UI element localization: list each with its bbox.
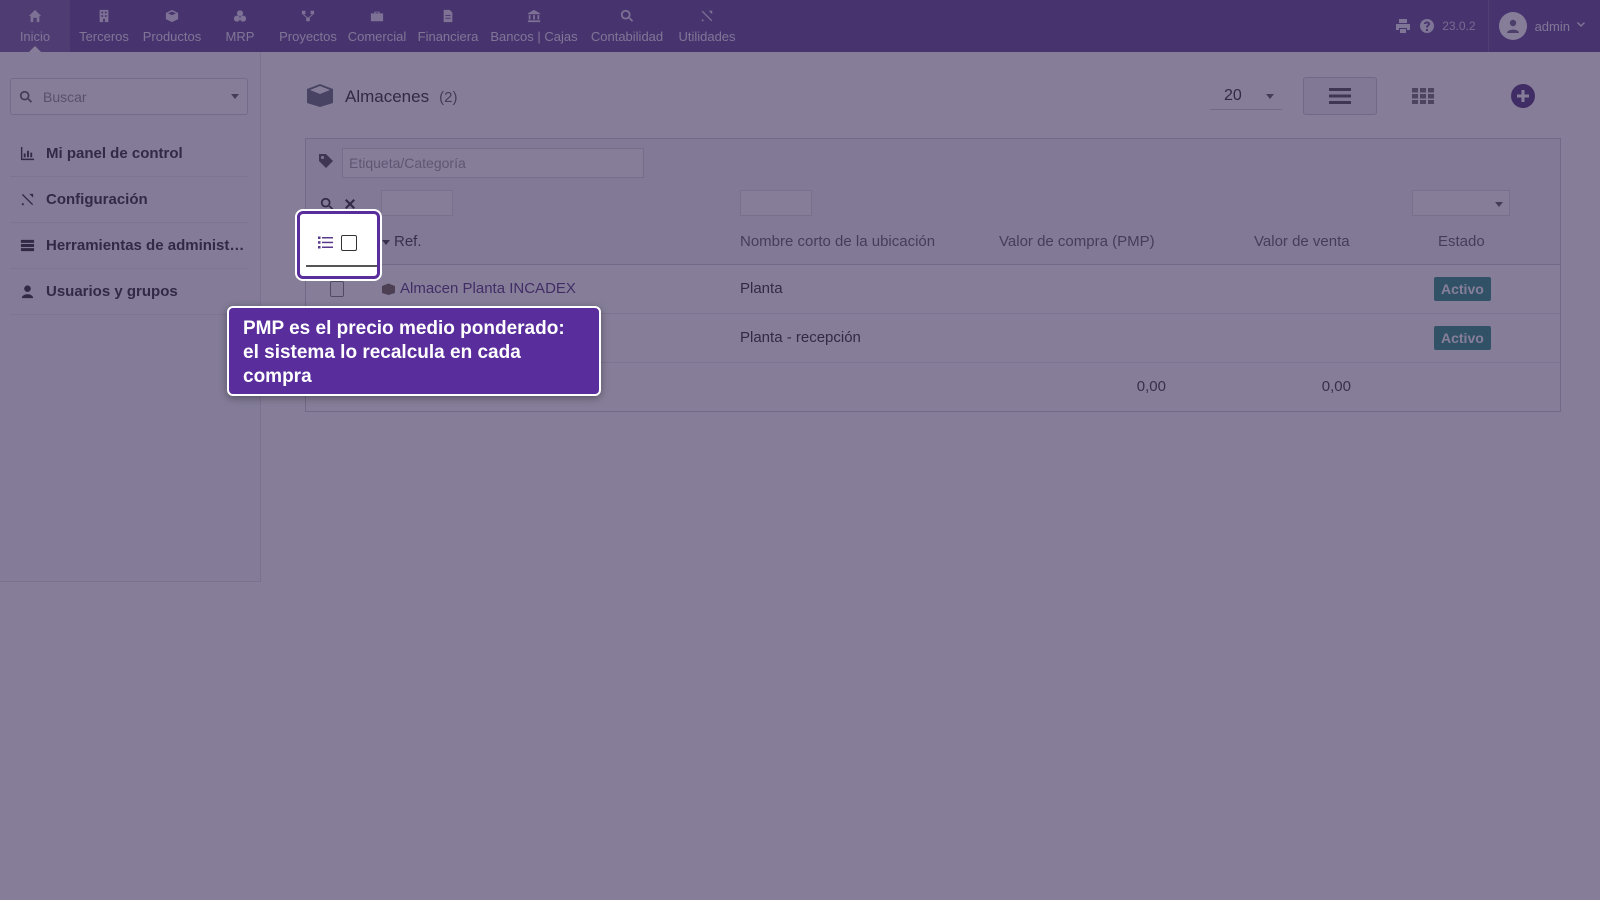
chevron-down-icon xyxy=(1495,202,1503,207)
user-menu[interactable]: admin xyxy=(1487,0,1600,52)
search-input[interactable] xyxy=(43,85,223,109)
sidebar-item-label: Usuarios y grupos xyxy=(46,283,178,300)
page-size-select[interactable]: 20 xyxy=(1210,82,1282,110)
divider xyxy=(306,265,377,267)
status-badge: Activo xyxy=(1434,277,1491,301)
ref-filter-input[interactable] xyxy=(381,190,453,216)
sidebar-item-label: Configuración xyxy=(46,191,148,208)
left-sidebar: Mi panel de control Configuración Herram… xyxy=(0,52,261,582)
user-icon xyxy=(1506,19,1519,33)
nav-item-inicio[interactable]: Inicio xyxy=(0,0,70,52)
status-badge: Activo xyxy=(1434,326,1491,350)
box-open-icon xyxy=(382,283,395,295)
page-size-value: 20 xyxy=(1224,86,1242,104)
sidebar-item-label: Herramientas de administración xyxy=(46,237,246,254)
total-sale: 0,00 xyxy=(1321,378,1351,395)
help-icon[interactable] xyxy=(1418,17,1436,35)
cube-icon xyxy=(164,8,180,24)
nav-label: Proyectos xyxy=(279,29,337,44)
home-icon xyxy=(27,8,43,24)
add-new-button[interactable] xyxy=(1511,84,1535,108)
nav-item-utilidades[interactable]: Utilidades xyxy=(670,0,744,52)
column-header-status[interactable]: Estado xyxy=(1438,233,1485,250)
sort-caret-icon xyxy=(382,240,390,245)
column-header-ref[interactable]: Ref. xyxy=(394,233,422,250)
bank-icon xyxy=(526,8,542,24)
sidebar-menu: Mi panel de control Configuración Herram… xyxy=(10,131,248,315)
version-label: 23.0.2 xyxy=(1442,19,1476,33)
tools-icon xyxy=(699,8,715,24)
nav-label: Terceros xyxy=(79,29,129,44)
page-title: Almacenes xyxy=(345,87,430,106)
nav-label: Productos xyxy=(142,29,202,44)
nav-label: Contabilidad xyxy=(590,29,664,44)
kanban-view-button[interactable] xyxy=(1400,77,1446,115)
page-header: Almacenes (2) xyxy=(305,83,458,112)
chevron-down-icon xyxy=(1266,94,1274,99)
sidebar-search[interactable] xyxy=(10,78,248,115)
avatar xyxy=(1498,12,1527,40)
nav-label: Inicio xyxy=(19,29,51,44)
record-count: (2) xyxy=(439,88,458,106)
total-pmp: 0,00 xyxy=(1136,378,1166,395)
category-filter-input[interactable] xyxy=(342,148,644,178)
nav-label: Utilidades xyxy=(678,29,736,44)
tag-icon xyxy=(318,153,334,174)
briefcase-icon xyxy=(369,8,385,24)
row-checkbox[interactable] xyxy=(330,281,344,297)
nav-item-comercial[interactable]: Comercial xyxy=(342,0,412,52)
column-header-pmp[interactable]: Valor de compra (PMP) xyxy=(999,233,1155,250)
sitemap-icon xyxy=(300,8,316,24)
nav-item-bancos-cajas[interactable]: Bancos | Cajas xyxy=(484,0,584,52)
sidebar-item-herramientas[interactable]: Herramientas de administración xyxy=(10,223,248,269)
nav-item-financiera[interactable]: Financiera xyxy=(412,0,484,52)
print-icon[interactable] xyxy=(1394,17,1412,35)
chevron-down-icon xyxy=(1576,17,1586,35)
highlighted-column-selector[interactable] xyxy=(297,211,380,279)
nav-label: Financiera xyxy=(417,29,479,44)
server-icon xyxy=(18,237,36,255)
cubes-icon xyxy=(232,8,248,24)
tour-tooltip: PMP es el precio medio ponderado: el sis… xyxy=(227,306,601,396)
nav-item-mrp[interactable]: MRP xyxy=(206,0,274,52)
nav-item-productos[interactable]: Productos xyxy=(138,0,206,52)
select-all-checkbox[interactable] xyxy=(341,235,357,251)
top-navigation-bar: Inicio Terceros Productos MRP Proyectos … xyxy=(0,0,1600,52)
sidebar-item-usuarios[interactable]: Usuarios y grupos xyxy=(10,269,248,315)
search-icon xyxy=(19,90,33,104)
list-icon xyxy=(1329,88,1351,104)
sidebar-item-dashboard[interactable]: Mi panel de control xyxy=(10,131,248,177)
chevron-down-icon[interactable] xyxy=(231,94,239,99)
sidebar-item-configuracion[interactable]: Configuración xyxy=(10,177,248,223)
tools-icon xyxy=(18,191,36,209)
nav-item-terceros[interactable]: Terceros xyxy=(70,0,138,52)
nav-label: Bancos | Cajas xyxy=(490,29,578,44)
nav-label: MRP xyxy=(225,29,255,44)
user-name: admin xyxy=(1534,18,1570,34)
nav-item-contabilidad[interactable]: Contabilidad xyxy=(584,0,670,52)
status-filter-select[interactable] xyxy=(1412,190,1510,216)
sidebar-item-label: Mi panel de control xyxy=(46,145,183,162)
box-open-icon xyxy=(305,83,335,112)
top-right-tools: 23.0.2 admin xyxy=(1394,0,1600,52)
location-filter-input[interactable] xyxy=(740,190,812,216)
search-dollar-icon xyxy=(619,8,635,24)
filter-header: Ref. Nombre corto de la ubicación Valor … xyxy=(306,139,1560,265)
column-header-location[interactable]: Nombre corto de la ubicación xyxy=(740,233,935,250)
chart-icon xyxy=(18,145,36,163)
nav-item-proyectos[interactable]: Proyectos xyxy=(274,0,342,52)
row-location: Planta xyxy=(740,280,783,297)
file-invoice-icon xyxy=(440,8,456,24)
user-icon xyxy=(18,283,36,301)
row-location: Planta - recepción xyxy=(740,329,861,346)
row-ref-text: Almacen Planta INCADEX xyxy=(400,280,576,297)
main-menu: Inicio Terceros Productos MRP Proyectos … xyxy=(0,0,744,52)
row-ref-link[interactable]: Almacen Planta INCADEX xyxy=(381,280,576,297)
nav-label: Comercial xyxy=(347,29,407,44)
list-view-button[interactable] xyxy=(1303,77,1377,115)
plus-icon xyxy=(1517,90,1529,102)
column-header-sale[interactable]: Valor de venta xyxy=(1254,233,1350,250)
building-icon xyxy=(96,8,112,24)
grid-icon xyxy=(1412,88,1434,104)
